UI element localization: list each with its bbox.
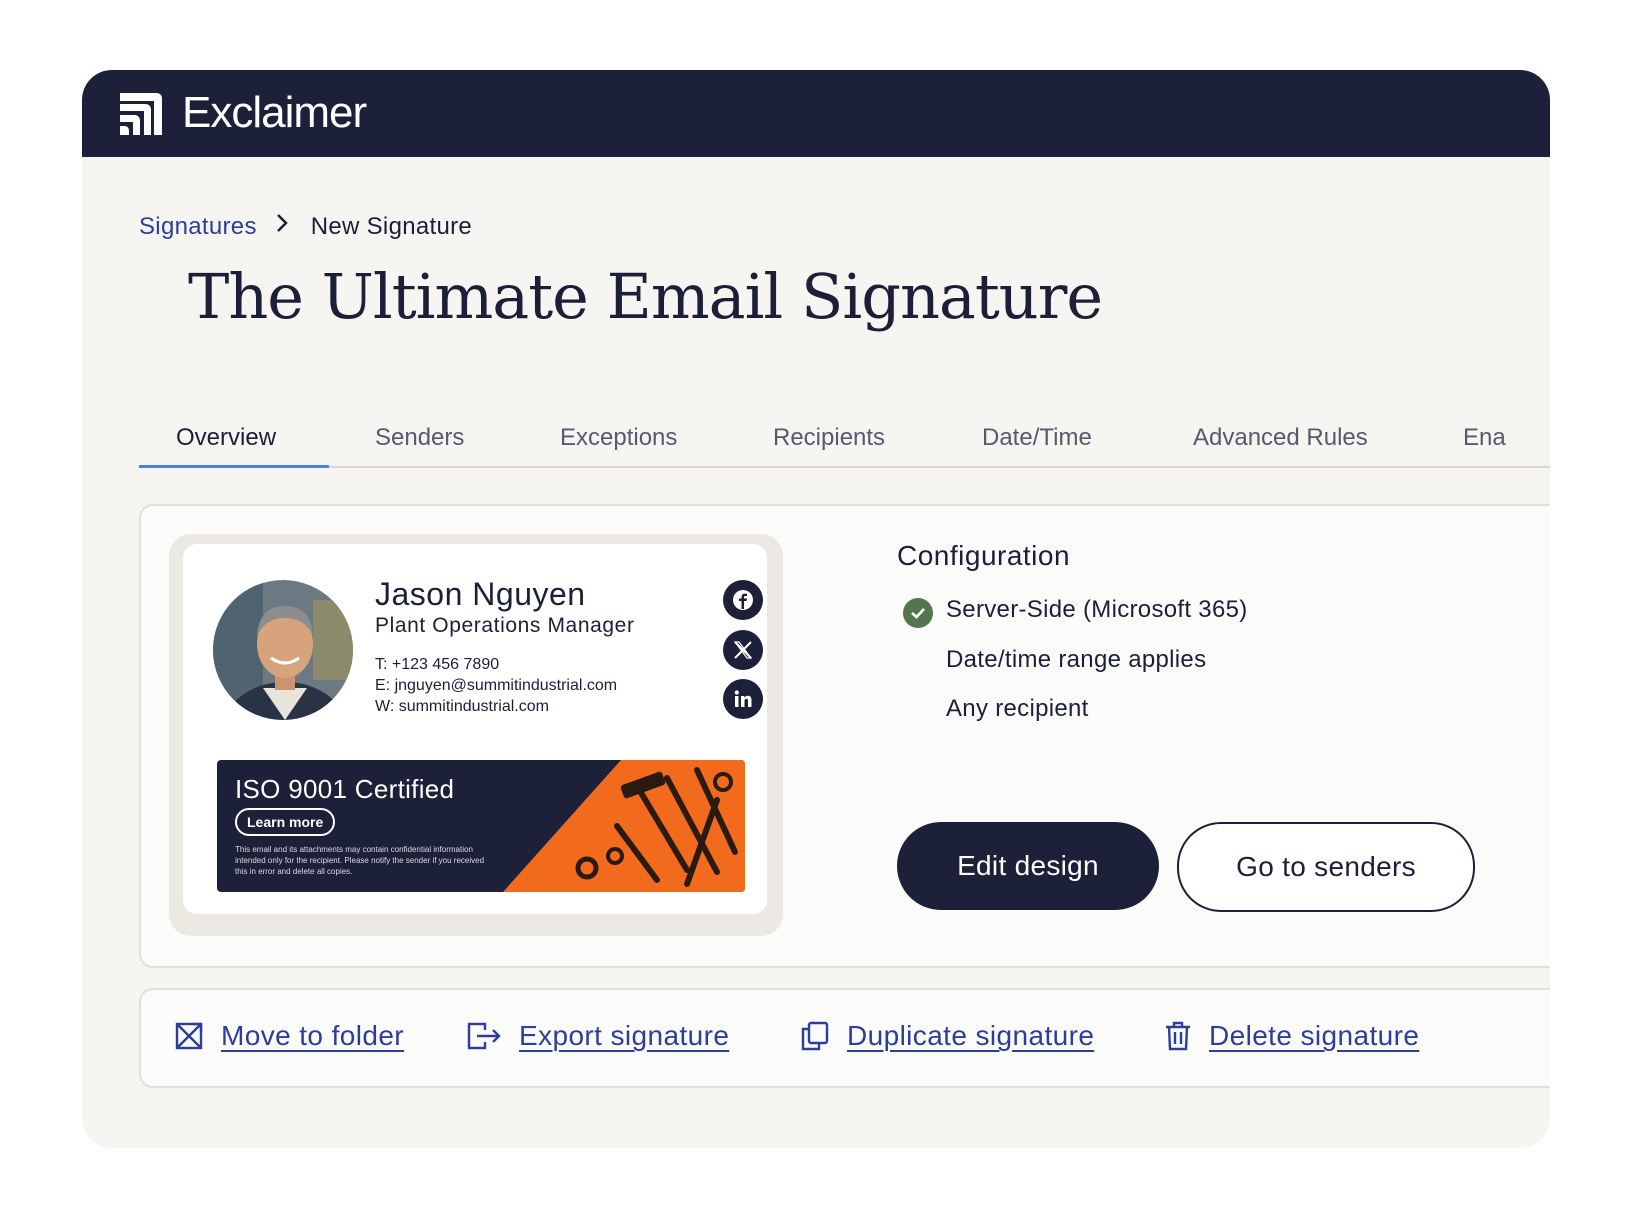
duplicate-signature-label: Duplicate signature	[847, 1020, 1095, 1051]
tab-overview[interactable]: Overview	[176, 424, 276, 452]
x-icon[interactable]	[723, 630, 763, 670]
signature-preview: Jason Nguyen Plant Operations Manager T:…	[183, 544, 767, 914]
tab-exceptions[interactable]: Exceptions	[560, 424, 677, 452]
banner-disclaimer: This email and its attachments may conta…	[235, 845, 485, 876]
app-name: Exclaimer	[182, 88, 367, 137]
duplicate-icon	[801, 1021, 829, 1051]
active-tab-indicator	[139, 465, 329, 468]
delete-signature-label: Delete signature	[1209, 1020, 1420, 1051]
move-to-folder-label: Move to folder	[221, 1020, 405, 1051]
trash-icon	[1166, 1021, 1190, 1051]
signature-phone: T: +123 456 7890	[375, 656, 500, 673]
banner-title: ISO 9001 Certified	[235, 774, 455, 804]
duplicate-signature-link[interactable]: Duplicate signature	[799, 1020, 1094, 1052]
tab-bar: Overview Senders Exceptions Recipients D…	[139, 410, 1550, 468]
linkedin-icon[interactable]	[723, 679, 763, 719]
config-recipient: Any recipient	[946, 695, 1089, 722]
exclaimer-logo-icon	[120, 93, 162, 135]
check-circle-icon	[903, 598, 933, 628]
breadcrumb-signatures-link[interactable]: Signatures	[139, 213, 257, 241]
app-window: Exclaimer Signatures New Signature The U…	[82, 70, 1550, 1148]
signature-email: E: jnguyen@summitindustrial.com	[375, 677, 618, 694]
signature-actions-bar: Move to folder Export signature Duplicat…	[139, 988, 1550, 1088]
breadcrumb-current: New Signature	[310, 212, 473, 240]
overview-panel: Jason Nguyen Plant Operations Manager T:…	[139, 504, 1550, 968]
app-logo[interactable]: Exclaimer	[118, 88, 367, 138]
move-icon	[175, 1022, 203, 1050]
tab-recipients[interactable]: Recipients	[773, 424, 885, 452]
signature-preview-frame: Jason Nguyen Plant Operations Manager T:…	[169, 534, 783, 936]
delete-signature-link[interactable]: Delete signature	[1165, 1020, 1419, 1052]
tab-advanced-rules[interactable]: Advanced Rules	[1193, 424, 1368, 452]
facebook-icon[interactable]	[723, 580, 763, 620]
signature-website: W: summitindustrial.com	[375, 698, 549, 715]
avatar	[213, 580, 353, 720]
config-server-side: Server-Side (Microsoft 365)	[946, 596, 1248, 623]
config-date-range: Date/time range applies	[946, 646, 1207, 673]
top-bar: Exclaimer	[82, 70, 1550, 157]
page-title: The Ultimate Email Signature	[188, 260, 1103, 333]
export-icon	[467, 1022, 501, 1050]
edit-design-button[interactable]: Edit design	[897, 822, 1159, 910]
promo-banner[interactable]: ISO 9001 Certified Learn more This email…	[217, 760, 745, 892]
tab-enable[interactable]: Ena	[1463, 424, 1506, 452]
move-to-folder-link[interactable]: Move to folder	[175, 1020, 404, 1052]
configuration-heading: Configuration	[897, 540, 1071, 571]
tab-date-time[interactable]: Date/Time	[982, 424, 1092, 452]
export-signature-link[interactable]: Export signature	[467, 1020, 729, 1052]
learn-more-button[interactable]: Learn more	[235, 808, 336, 836]
chevron-right-icon	[275, 212, 289, 241]
signature-role: Plant Operations Manager	[375, 614, 635, 637]
signature-name: Jason Nguyen	[375, 576, 586, 612]
go-to-senders-button[interactable]: Go to senders	[1177, 822, 1475, 912]
tab-senders[interactable]: Senders	[375, 424, 464, 452]
export-signature-label: Export signature	[519, 1020, 730, 1051]
breadcrumb: Signatures New Signature	[139, 212, 472, 241]
